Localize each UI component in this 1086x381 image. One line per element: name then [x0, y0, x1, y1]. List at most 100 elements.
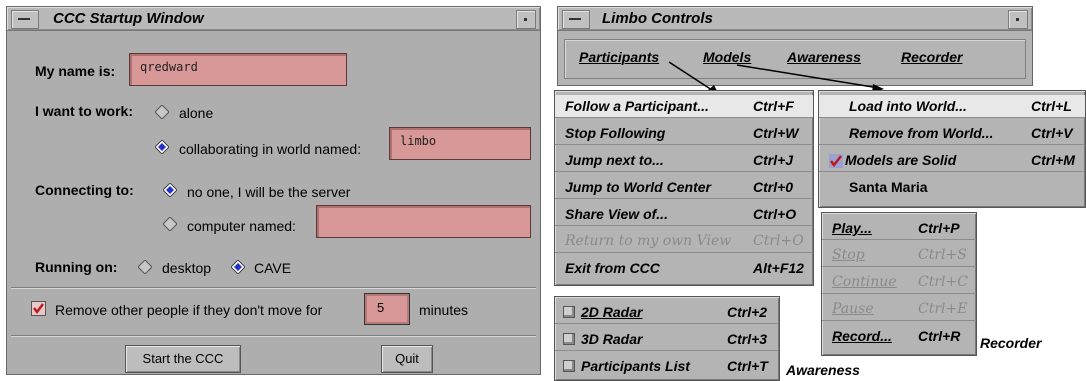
menu-item-label: Play...: [832, 220, 872, 236]
menu-recorder[interactable]: Recorder: [901, 49, 962, 65]
menu-item-accel: Ctrl+J: [753, 152, 794, 168]
menu-item-return-view: Return to my own View Ctrl+O: [555, 230, 813, 253]
window-iconify-button[interactable]: [516, 10, 536, 29]
participants-menu: Follow a Participant... Ctrl+F Stop Foll…: [554, 90, 814, 286]
window-menu-button[interactable]: [11, 10, 39, 29]
computer-name-input[interactable]: [316, 205, 531, 238]
menu-item-accel: Ctrl+T: [727, 358, 768, 374]
menu-item-accel: Ctrl+V: [1031, 125, 1073, 141]
menu-item-accel: Ctrl+F: [753, 98, 794, 114]
menu-item-models-solid[interactable]: Models are Solid Ctrl+M: [819, 149, 1085, 172]
limbo-iconify-button[interactable]: [1008, 10, 1028, 29]
radio-server[interactable]: [163, 183, 177, 197]
menu-item-label: 2D Radar: [581, 304, 643, 320]
menu-item-label: Continue: [832, 274, 897, 290]
menu-item-continue: Continue Ctrl+C: [822, 271, 976, 294]
menu-item-accel: Ctrl+P: [918, 220, 960, 236]
menu-item-share-view[interactable]: Share View of... Ctrl+O: [555, 203, 813, 226]
menu-item-label: Share View of...: [565, 206, 668, 222]
recorder-menu: Play... Ctrl+P Stop Ctrl+S Continue Ctrl…: [821, 212, 977, 356]
startup-titlebar[interactable]: CCC Startup Window: [7, 7, 540, 31]
toggle-participants-list-icon: [563, 360, 575, 372]
radio-desktop[interactable]: [138, 260, 152, 274]
menu-item-label: Pause: [832, 301, 874, 317]
menu-item-2d-radar[interactable]: 2D Radar Ctrl+2: [555, 301, 779, 324]
menu-item-participants-list[interactable]: Participants List Ctrl+T: [555, 355, 779, 377]
menu-item-accel: Ctrl+M: [1031, 152, 1075, 168]
menu-item-label: Participants List: [581, 358, 690, 374]
models-menu: Load into World... Ctrl+L Remove from Wo…: [818, 90, 1086, 208]
quit-button[interactable]: Quit: [381, 345, 433, 373]
radio-cave[interactable]: [231, 260, 245, 274]
name-label: My name is:: [35, 63, 116, 79]
divider-top: [11, 287, 536, 289]
radio-computer[interactable]: [163, 217, 177, 231]
work-label: I want to work:: [35, 103, 133, 119]
menu-item-accel: Ctrl+C: [918, 274, 968, 290]
menu-item-accel: Ctrl+3: [727, 331, 768, 347]
models-arrow: [736, 64, 880, 89]
menu-item-3d-radar[interactable]: 3D Radar Ctrl+3: [555, 328, 779, 351]
limbo-window-menu-button[interactable]: [562, 10, 590, 29]
radio-alone[interactable]: [155, 105, 169, 119]
menu-item-load-world[interactable]: Load into World... Ctrl+L: [819, 95, 1085, 118]
server-label: no one, I will be the server: [187, 184, 351, 200]
menu-item-label: Exit from CCC: [565, 260, 660, 276]
alone-label: alone: [179, 105, 214, 121]
radio-collaborating[interactable]: [155, 140, 169, 154]
limbo-title: Limbo Controls: [602, 10, 713, 27]
menu-item-jump-next[interactable]: Jump next to... Ctrl+J: [555, 149, 813, 172]
computer-label: computer named:: [187, 218, 296, 234]
menu-item-accel: Ctrl+O: [753, 233, 804, 249]
menu-item-accel: Ctrl+E: [918, 301, 968, 317]
menu-item-play[interactable]: Play... Ctrl+P: [822, 217, 976, 240]
menu-item-label: Jump next to...: [565, 152, 664, 168]
cave-label: CAVE: [254, 260, 292, 276]
toggle-2d-radar-icon: [563, 306, 575, 318]
name-input[interactable]: qredward: [129, 53, 347, 86]
menu-item-remove-world[interactable]: Remove from World... Ctrl+V: [819, 122, 1085, 145]
awareness-menu: 2D Radar Ctrl+2 3D Radar Ctrl+3 Particip…: [554, 296, 780, 381]
recorder-caption: Recorder: [980, 335, 1042, 351]
menu-item-accel: Ctrl+2: [727, 304, 768, 320]
window-title: CCC Startup Window: [53, 10, 204, 27]
menu-item-label: Load into World...: [849, 98, 967, 114]
menu-item-label: Follow a Participant...: [565, 98, 709, 114]
menu-item-label: Stop Following: [565, 125, 666, 141]
check-icon: [829, 154, 843, 168]
menu-item-accel: Ctrl+L: [1031, 98, 1072, 114]
menu-item-record[interactable]: Record... Ctrl+R: [822, 325, 976, 347]
menu-item-stop-following[interactable]: Stop Following Ctrl+W: [555, 122, 813, 145]
remove-checkbox[interactable]: [31, 301, 46, 316]
ccc-startup-window: CCC Startup Window My name is: qredward …: [6, 6, 541, 375]
world-value: limbo: [400, 134, 437, 148]
minutes-input[interactable]: 5: [364, 293, 410, 325]
world-name-input[interactable]: limbo: [389, 127, 531, 160]
menu-item-label: Record...: [832, 328, 892, 344]
menu-item-exit[interactable]: Exit from CCC Alt+F12: [555, 257, 813, 279]
menu-item-stop: Stop Ctrl+S: [822, 244, 976, 267]
menu-item-accel: Ctrl+W: [753, 125, 799, 141]
menu-item-label: 3D Radar: [581, 331, 643, 347]
menu-item-label: Santa Maria: [849, 179, 928, 195]
menu-item-jump-center[interactable]: Jump to World Center Ctrl+0: [555, 176, 813, 199]
menu-item-santa-maria[interactable]: Santa Maria: [819, 176, 1085, 198]
menu-item-accel: Ctrl+S: [918, 247, 967, 263]
menu-item-follow[interactable]: Follow a Participant... Ctrl+F: [555, 95, 813, 118]
menu-item-accel: Ctrl+R: [918, 328, 961, 344]
toggle-3d-radar-icon: [563, 333, 575, 345]
minutes-label: minutes: [419, 302, 469, 318]
menu-item-label: Return to my own View: [565, 233, 732, 249]
limbo-titlebar[interactable]: Limbo Controls: [558, 7, 1032, 31]
awareness-caption: Awareness: [786, 362, 860, 378]
menu-item-label: Stop: [832, 247, 865, 263]
collaborating-label: collaborating in world named:: [179, 141, 362, 157]
running-label: Running on:: [35, 259, 118, 275]
menu-item-pause: Pause Ctrl+E: [822, 298, 976, 321]
connecting-label: Connecting to:: [35, 182, 134, 198]
menu-item-label: Models are Solid: [845, 152, 957, 168]
start-ccc-button[interactable]: Start the CCC: [125, 345, 241, 373]
menu-item-accel: Ctrl+0: [753, 179, 794, 195]
menu-item-label: Jump to World Center: [565, 179, 711, 195]
participants-arrow: [668, 61, 716, 93]
